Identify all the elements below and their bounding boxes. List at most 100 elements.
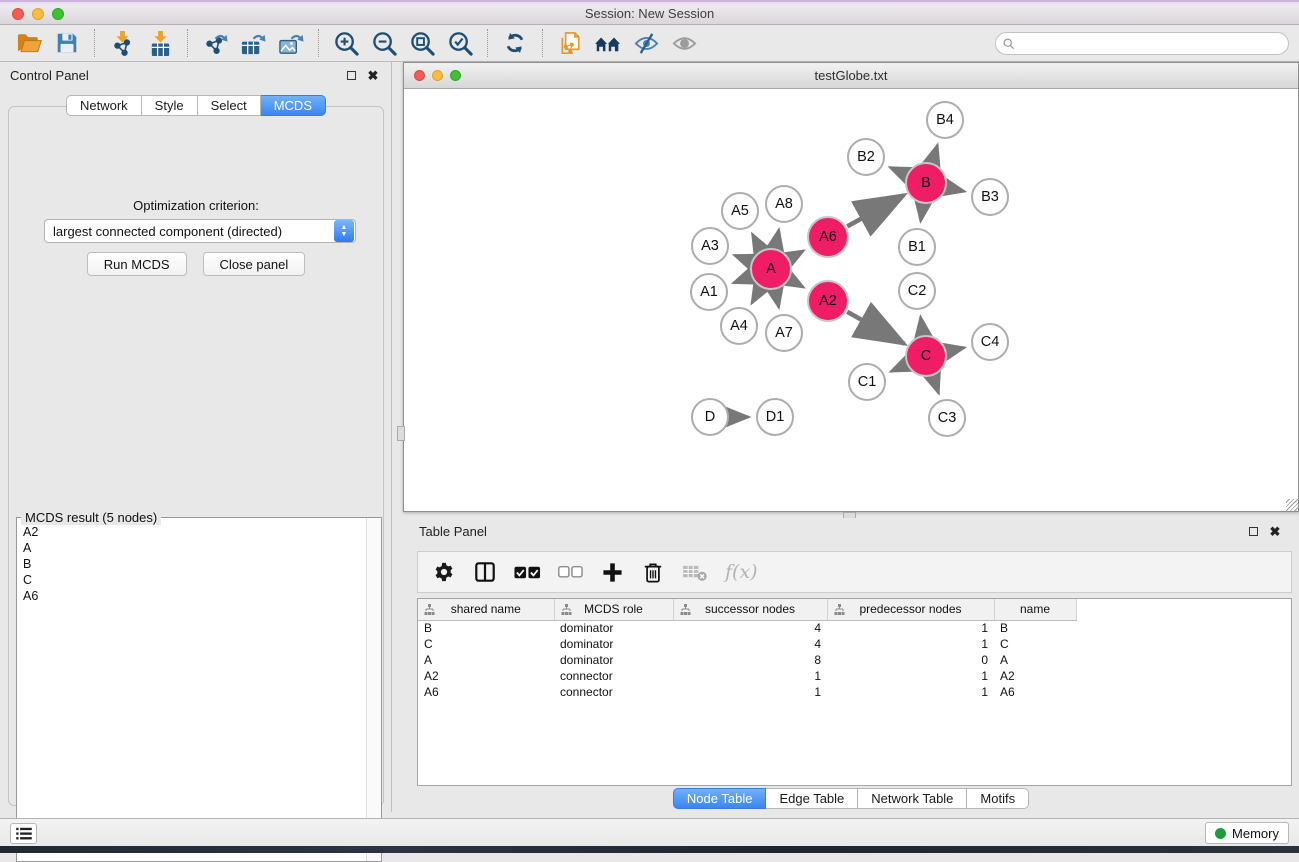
column-header-name[interactable]: name — [994, 599, 1076, 620]
table-cell[interactable]: 1 — [827, 636, 994, 652]
search-input[interactable] — [1019, 37, 1288, 51]
splitter-vertical-grip[interactable] — [397, 426, 405, 441]
graph-node-c4[interactable]: C4 — [971, 323, 1009, 361]
close-panel-button[interactable]: Close panel — [203, 252, 306, 276]
resize-grip-icon[interactable] — [1286, 499, 1298, 511]
zoom-in-icon[interactable] — [330, 28, 362, 58]
table-cell[interactable]: 4 — [673, 620, 827, 636]
result-item[interactable]: C — [18, 572, 365, 588]
column-header-predecessor-nodes[interactable]: predecessor nodes — [827, 599, 994, 620]
select-all-icon[interactable] — [514, 559, 541, 585]
table-cell[interactable]: 1 — [673, 668, 827, 684]
graph-node-b1[interactable]: B1 — [898, 228, 936, 266]
table-row[interactable]: Bdominator41B — [418, 620, 1292, 636]
zoom-fit-icon[interactable] — [406, 28, 438, 58]
table-cell[interactable]: 1 — [827, 620, 994, 636]
search-box[interactable] — [995, 32, 1289, 55]
result-item[interactable]: A — [18, 540, 365, 556]
task-history-button[interactable] — [10, 823, 37, 844]
export-table-icon[interactable] — [237, 28, 269, 58]
table-row[interactable]: Adominator80A — [418, 652, 1292, 668]
table-cell[interactable]: connector — [554, 668, 673, 684]
graph-node-a4[interactable]: A4 — [720, 307, 758, 345]
graph-node-b3[interactable]: B3 — [971, 178, 1009, 216]
graph-node-a5[interactable]: A5 — [721, 192, 759, 230]
table-cell[interactable]: A6 — [418, 684, 554, 700]
table-row[interactable]: Cdominator41C — [418, 636, 1292, 652]
graph-node-a7[interactable]: A7 — [765, 314, 803, 352]
table-cell[interactable]: A2 — [994, 668, 1076, 684]
table-cell[interactable]: A6 — [994, 684, 1076, 700]
refresh-icon[interactable] — [499, 28, 531, 58]
result-item[interactable]: B — [18, 556, 365, 572]
table-cell[interactable]: C — [418, 636, 554, 652]
network-minimize-button[interactable] — [432, 70, 443, 81]
table-cell[interactable]: 8 — [673, 652, 827, 668]
table-row[interactable]: A2connector11A2 — [418, 668, 1292, 684]
zoom-selected-icon[interactable] — [444, 28, 476, 58]
gear-icon[interactable] — [432, 559, 456, 585]
close-table-panel-icon[interactable]: ✖ — [1267, 523, 1283, 539]
table-cell[interactable]: dominator — [554, 636, 673, 652]
import-network-icon[interactable] — [106, 28, 138, 58]
home-icon[interactable] — [592, 28, 624, 58]
tab-style[interactable]: Style — [142, 95, 198, 116]
table-cell[interactable]: A2 — [418, 668, 554, 684]
tab-select[interactable]: Select — [198, 95, 261, 116]
table-cell[interactable]: B — [994, 620, 1076, 636]
minimize-window-button[interactable] — [32, 8, 44, 20]
memory-button[interactable]: Memory — [1205, 822, 1289, 844]
import-table-icon[interactable] — [144, 28, 176, 58]
table-cell[interactable]: 1 — [673, 684, 827, 700]
open-session-icon[interactable] — [13, 28, 45, 58]
close-window-button[interactable] — [12, 8, 24, 20]
result-item[interactable]: A2 — [18, 524, 365, 540]
column-header-MCDS-role[interactable]: MCDS role — [554, 599, 673, 620]
graph-node-c2[interactable]: C2 — [898, 272, 936, 310]
table-cell[interactable]: connector — [554, 684, 673, 700]
table-cell[interactable]: 0 — [827, 652, 994, 668]
optimization-criterion-select[interactable]: largest connected component (directed) ▲… — [44, 219, 356, 243]
tab-mcds[interactable]: MCDS — [261, 95, 326, 116]
tab-network-table[interactable]: Network Table — [858, 788, 967, 809]
graph-node-a1[interactable]: A1 — [690, 273, 728, 311]
graph-node-a3[interactable]: A3 — [691, 227, 729, 265]
export-image-icon[interactable] — [275, 28, 307, 58]
zoom-window-button[interactable] — [52, 8, 64, 20]
column-header-shared-name[interactable]: shared name — [418, 599, 554, 620]
add-row-icon[interactable] — [600, 559, 624, 585]
graph-node-c[interactable]: C — [905, 335, 947, 377]
float-panel-icon[interactable] — [343, 67, 359, 83]
export-network-icon[interactable] — [199, 28, 231, 58]
column-header-successor-nodes[interactable]: successor nodes — [673, 599, 827, 620]
save-session-icon[interactable] — [51, 28, 83, 58]
tab-motifs[interactable]: Motifs — [967, 788, 1029, 809]
tab-node-table[interactable]: Node Table — [673, 788, 767, 809]
graph-node-c3[interactable]: C3 — [928, 399, 966, 437]
float-table-panel-icon[interactable] — [1245, 523, 1261, 539]
network-window-titlebar[interactable]: testGlobe.txt — [404, 63, 1298, 89]
table-cell[interactable]: dominator — [554, 620, 673, 636]
hide-selected-icon[interactable] — [630, 28, 662, 58]
table-cell[interactable]: 4 — [673, 636, 827, 652]
tab-edge-table[interactable]: Edge Table — [766, 788, 858, 809]
table-cell[interactable]: A — [418, 652, 554, 668]
graph-node-b4[interactable]: B4 — [926, 101, 964, 139]
network-zoom-button[interactable] — [450, 70, 461, 81]
table-cell[interactable]: C — [994, 636, 1076, 652]
graph-node-d1[interactable]: D1 — [756, 398, 794, 436]
zoom-out-icon[interactable] — [368, 28, 400, 58]
graph-node-a2[interactable]: A2 — [807, 280, 849, 322]
table-cell[interactable]: dominator — [554, 652, 673, 668]
table-cell[interactable]: A — [994, 652, 1076, 668]
graph-node-a[interactable]: A — [750, 248, 792, 290]
result-item[interactable]: A6 — [18, 588, 365, 604]
delete-row-icon[interactable] — [641, 559, 665, 585]
network-close-button[interactable] — [414, 70, 425, 81]
graph-node-b[interactable]: B — [905, 162, 947, 204]
clone-network-icon[interactable] — [554, 28, 586, 58]
deselect-all-icon[interactable] — [558, 559, 583, 585]
table-row[interactable]: A6connector11A6 — [418, 684, 1292, 700]
graph-node-c1[interactable]: C1 — [848, 363, 886, 401]
table-cell[interactable]: B — [418, 620, 554, 636]
